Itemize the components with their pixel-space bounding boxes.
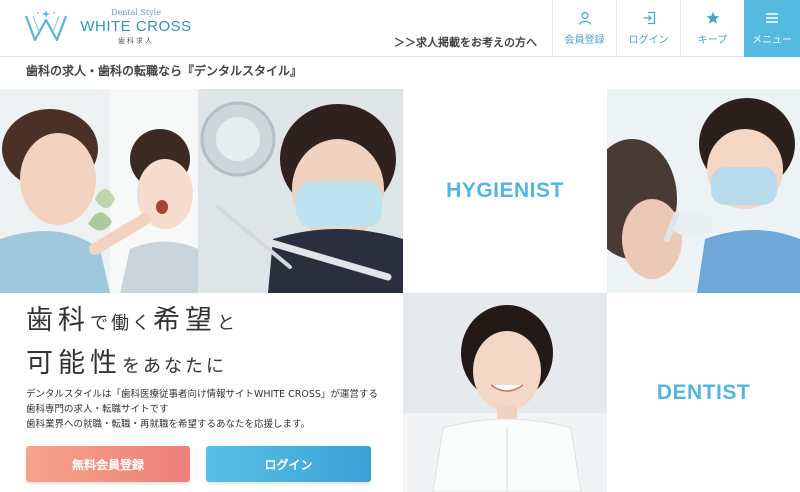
hero-description-line: デンタルスタイルは「歯科医療従事者向け情報サイトWHITE CROSS」が運営す… xyxy=(26,389,378,400)
menu-label: メニュー xyxy=(752,35,792,46)
hygienist-with-child-illustration xyxy=(0,89,198,293)
dentist-with-mask-illustration xyxy=(198,89,403,293)
menu-icon xyxy=(766,13,778,23)
person-icon xyxy=(578,11,591,25)
logo-subtitle: 歯科求人 xyxy=(118,37,154,45)
site-logo[interactable]: Dental Style WHITE CROSS 歯科求人 xyxy=(24,8,191,48)
hero-description-line: 歯科業界への就職・転職・再就職を希望するあなたを応援します。 xyxy=(26,419,311,430)
site-tagline: 歯科の求人・歯科の転職なら『デンタルスタイル』 xyxy=(26,64,303,78)
hygienist-label: HYGIENIST xyxy=(446,179,564,202)
menu-nav[interactable]: メニュー xyxy=(744,0,800,57)
keep-nav[interactable]: キープ xyxy=(680,0,744,57)
login-icon xyxy=(643,11,655,25)
logo-name: WHITE CROSS xyxy=(80,18,192,35)
dentist-category-tile[interactable]: DENTIST xyxy=(607,293,800,492)
site-header: Dental Style WHITE CROSS 歯科求人 ＞＞求人掲載をお考え… xyxy=(0,0,800,57)
hero-headline-line-2: 可能性をあなたに xyxy=(26,344,238,387)
hygienist-category-tile[interactable]: HYGIENIST xyxy=(403,89,607,293)
hero-headline-line-1: 歯科で働く希望と xyxy=(26,301,238,344)
logo-style-text: Dental Style xyxy=(111,8,161,17)
recruit-info-link[interactable]: ＞＞求人掲載をお考えの方へ xyxy=(394,34,537,50)
logo-text: Dental Style WHITE CROSS 歯科求人 xyxy=(76,8,196,46)
smiling-dental-staff-photo[interactable] xyxy=(403,293,607,492)
hero-headline: 歯科で働く希望と 可能性をあなたに xyxy=(26,301,238,387)
hygienist-treating-patient-photo[interactable] xyxy=(607,89,800,293)
hero-description: デンタルスタイルは「歯科医療従事者向け情報サイトWHITE CROSS」が運営す… xyxy=(26,387,378,432)
hero-word: と xyxy=(217,313,238,334)
dentist-label: DENTIST xyxy=(656,380,751,404)
hero-word: 希望 xyxy=(153,305,217,336)
dentist-with-mask-photo[interactable] xyxy=(198,89,403,293)
login-button[interactable]: ログイン xyxy=(206,446,371,482)
keep-label: キープ xyxy=(697,35,728,46)
free-register-button[interactable]: 無料会員登録 xyxy=(26,446,190,482)
hero-word: 可能性 xyxy=(26,348,122,379)
hygienist-with-child-photo[interactable] xyxy=(0,89,198,293)
hero-section: 歯科で働く希望と 可能性をあなたに デンタルスタイルは「歯科医療従事者向け情報サ… xyxy=(0,293,403,492)
hero-word: 歯科 xyxy=(26,305,90,336)
logo-w-mark-icon xyxy=(24,10,68,42)
login-nav[interactable]: ログイン xyxy=(616,0,680,57)
hygienist-treating-patient-illustration xyxy=(607,89,800,293)
star-icon xyxy=(706,11,719,24)
member-register-label: 会員登録 xyxy=(564,35,605,46)
hero-word: をあなたに xyxy=(122,356,227,377)
login-label: ログイン xyxy=(628,35,669,46)
member-register-nav[interactable]: 会員登録 xyxy=(552,0,616,57)
hero-word: で働く xyxy=(90,313,153,334)
smiling-dental-staff-illustration xyxy=(403,293,607,492)
hero-description-line: 歯科専門の求人・転職サイトです xyxy=(26,404,169,415)
